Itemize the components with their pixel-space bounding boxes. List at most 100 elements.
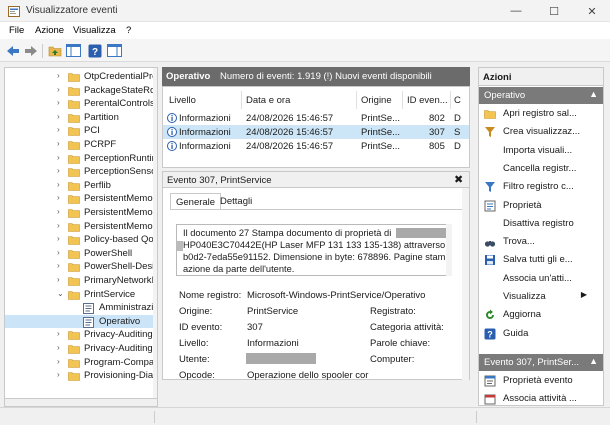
chevron-right-icon[interactable]: ›: [57, 234, 60, 243]
action-item[interactable]: Trova...: [479, 233, 603, 251]
tree-item[interactable]: › PerceptionRuntime: [5, 152, 157, 166]
tree-item[interactable]: › PrimaryNetworkIcon: [5, 274, 157, 288]
chevron-right-icon[interactable]: ›: [57, 193, 60, 202]
tree-item[interactable]: › PackageStateRoaming: [5, 84, 157, 98]
chevron-right-icon[interactable]: ›: [57, 180, 60, 189]
action-item[interactable]: Filtro registro c...: [479, 178, 603, 196]
menu-azione[interactable]: Azione: [35, 25, 64, 36]
forward-arrow-icon[interactable]: [23, 43, 39, 58]
chevron-right-icon[interactable]: ›: [57, 125, 60, 134]
close-detail-button[interactable]: ✖: [454, 173, 463, 186]
action-label: Proprietà: [503, 199, 542, 211]
chevron-down-icon[interactable]: ⌄: [57, 289, 64, 298]
column-separator[interactable]: [356, 91, 357, 109]
tree-item[interactable]: › Partition: [5, 111, 157, 125]
back-arrow-icon[interactable]: [5, 43, 21, 58]
column-separator[interactable]: [241, 91, 242, 109]
chevron-right-icon[interactable]: ›: [57, 248, 60, 257]
tree-item[interactable]: › PCRPF: [5, 138, 157, 152]
menu-help[interactable]: ?: [126, 25, 131, 36]
action-item[interactable]: Crea visualizzaz...: [479, 123, 603, 141]
chevron-right-icon[interactable]: ›: [57, 207, 60, 216]
column-separator[interactable]: [402, 91, 403, 109]
tree-item[interactable]: › Provisioning-Diagnostics: [5, 369, 157, 383]
tree-item[interactable]: › PersistentMemory-PmemDisk: [5, 206, 157, 220]
tree-item[interactable]: Amministrazione: [5, 301, 157, 315]
chevron-right-icon[interactable]: ›: [57, 261, 60, 270]
event-message-box[interactable]: Il documento 27 Stampa documento di prop…: [176, 224, 452, 276]
tree-item[interactable]: › PCI: [5, 124, 157, 138]
actions-section-event[interactable]: Evento 307, PrintSer... ▲: [479, 354, 603, 371]
chevron-right-icon[interactable]: ›: [57, 98, 60, 107]
show-hide-tree-icon[interactable]: [65, 43, 81, 58]
collapse-caret-icon[interactable]: ▲: [589, 356, 598, 366]
chevron-right-icon[interactable]: ›: [57, 221, 60, 230]
action-item[interactable]: Associa un'atti...: [479, 270, 603, 288]
tab-generale[interactable]: Generale: [170, 193, 222, 210]
tree-horizontal-scrollbar[interactable]: [4, 399, 158, 407]
action-item[interactable]: Proprietà: [479, 197, 603, 215]
action-item[interactable]: Salva tutti gli e...: [479, 251, 603, 269]
chevron-right-icon[interactable]: ›: [57, 329, 60, 338]
chevron-right-icon[interactable]: ›: [57, 85, 60, 94]
tree-item[interactable]: › Perflib: [5, 179, 157, 193]
maximize-button[interactable]: ☐: [546, 4, 562, 18]
table-row[interactable]: Informazioni 24/08/2026 15:46:57 PrintSe..…: [163, 111, 469, 125]
column-header-category[interactable]: C: [454, 95, 461, 106]
table-row[interactable]: Informazioni 24/08/2026 15:46:57 PrintSe..…: [163, 139, 469, 153]
detail-scrollbar[interactable]: [462, 188, 469, 380]
action-item[interactable]: ? Guida: [479, 325, 603, 343]
close-window-button[interactable]: ✕: [584, 4, 600, 18]
message-scrollbar[interactable]: [446, 224, 452, 276]
tree-item[interactable]: › PersistentMemory-ScmBus: [5, 220, 157, 234]
up-folder-icon[interactable]: [47, 43, 63, 58]
column-separator[interactable]: [450, 91, 451, 109]
tree-item[interactable]: › PerceptionSensorDataService: [5, 165, 157, 179]
tree-item[interactable]: › Program-Compatibility-Assistant: [5, 356, 157, 370]
tree-item[interactable]: › PersistentMemory-Nvdimm: [5, 192, 157, 206]
minimize-button[interactable]: —: [508, 4, 524, 18]
tree-item[interactable]: › Privacy-Auditing: [5, 328, 157, 342]
chevron-right-icon[interactable]: ›: [57, 343, 60, 352]
action-item[interactable]: Proprietà evento: [479, 372, 603, 390]
chevron-right-icon[interactable]: ›: [57, 275, 60, 284]
menu-visualizza[interactable]: Visualizza: [73, 25, 116, 36]
navigation-tree[interactable]: › OtpCredentialProvider › PackageStateRoami…: [4, 67, 158, 399]
chevron-right-icon[interactable]: ›: [57, 153, 60, 162]
action-item[interactable]: Associa attività ...: [479, 390, 603, 405]
action-label: Proprietà evento: [503, 375, 573, 386]
tree-vertical-scrollbar[interactable]: [153, 68, 157, 398]
column-header-datetime[interactable]: Data e ora: [246, 95, 290, 106]
chevron-right-icon[interactable]: ›: [57, 370, 60, 379]
chevron-right-icon[interactable]: ›: [57, 112, 60, 121]
action-item[interactable]: Visualizza ▶: [479, 288, 603, 306]
table-row[interactable]: Informazioni 24/08/2026 15:46:57 PrintSe..…: [163, 125, 469, 139]
actions-section-log[interactable]: Operativo ▲: [479, 87, 603, 104]
tree-item[interactable]: ⌄ PrintService: [5, 288, 157, 302]
column-header-level[interactable]: Livello: [169, 95, 196, 106]
action-item[interactable]: Apri registro sal...: [479, 105, 603, 123]
events-table[interactable]: Livello Data e ora Origine ID even... C …: [162, 86, 470, 168]
chevron-right-icon[interactable]: ›: [57, 166, 60, 175]
column-header-source[interactable]: Origine: [361, 95, 392, 106]
tree-item[interactable]: › PowerShell: [5, 247, 157, 261]
show-hide-action-pane-icon[interactable]: [106, 43, 122, 58]
help-icon[interactable]: ?: [87, 43, 103, 58]
chevron-right-icon[interactable]: ›: [57, 357, 60, 366]
tree-item[interactable]: › Privacy-Auditing: [5, 342, 157, 356]
tree-item[interactable]: › PowerShell-DesiredStateConfiguration: [5, 260, 157, 274]
column-header-event-id[interactable]: ID even...: [407, 95, 448, 106]
tree-item[interactable]: › PerentalControls: [5, 97, 157, 111]
chevron-right-icon[interactable]: ›: [57, 71, 60, 80]
action-item[interactable]: Disattiva registro: [479, 215, 603, 233]
action-item[interactable]: Importa visuali...: [479, 142, 603, 160]
tree-item[interactable]: › Policy-based QoS: [5, 233, 157, 247]
tab-dettagli[interactable]: Dettagli: [215, 193, 257, 210]
action-item[interactable]: Aggiorna: [479, 306, 603, 324]
menu-file[interactable]: File: [9, 25, 24, 36]
collapse-caret-icon[interactable]: ▲: [589, 89, 598, 99]
action-item[interactable]: Cancella registr...: [479, 160, 603, 178]
tree-item[interactable]: Operativo: [5, 314, 157, 329]
tree-item[interactable]: › OtpCredentialProvider: [5, 70, 157, 84]
chevron-right-icon[interactable]: ›: [57, 139, 60, 148]
